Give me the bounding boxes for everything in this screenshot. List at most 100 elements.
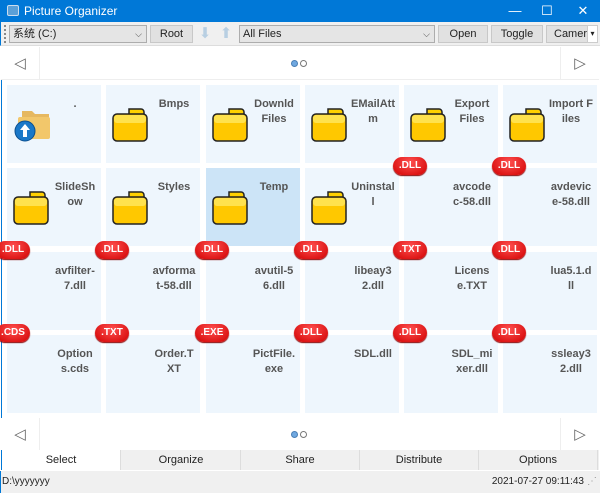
app-icon bbox=[7, 5, 19, 16]
tile-folder[interactable]: DownldFiles bbox=[206, 85, 300, 163]
toggle-button[interactable]: Toggle bbox=[491, 25, 543, 43]
folder-icon bbox=[12, 188, 52, 229]
status-datetime: 2021-07-27 09:11:43 bbox=[491, 476, 584, 487]
tile-file[interactable]: avdevice-58.dll bbox=[503, 168, 597, 246]
toolbar: 系统 (C:) ⌵ Root ⬇ ⬆ All Files ⌵ Open Toggle… bbox=[0, 22, 600, 46]
folder-icon bbox=[211, 188, 251, 229]
tile-label: EMailAttm bbox=[351, 98, 395, 125]
file-type-badge: .TXT bbox=[95, 324, 129, 342]
tile-label: Options.cds bbox=[57, 348, 93, 375]
title-bar: Picture Organizer — ☐ ✕ bbox=[0, 0, 600, 22]
tile-file[interactable]: SDL_mixer.dll bbox=[404, 335, 498, 413]
tile-file[interactable]: avformat-58.dll bbox=[106, 252, 200, 330]
tile-label: Uninstall bbox=[351, 181, 395, 208]
tile-label: DownldFiles bbox=[254, 98, 294, 125]
bottom-tabs: Select Organize Share Distribute Options bbox=[1, 450, 599, 470]
file-type-badge: .DLL bbox=[95, 241, 129, 259]
tab-options[interactable]: Options bbox=[479, 450, 598, 470]
tile-label: SlideShow bbox=[54, 181, 96, 208]
file-type-badge: .TXT bbox=[393, 241, 427, 259]
toolbar-grip[interactable] bbox=[4, 25, 7, 43]
chevron-down-icon: ⌵ bbox=[423, 29, 430, 39]
page-dot-1[interactable] bbox=[291, 60, 298, 67]
tile-label: Temp bbox=[259, 181, 289, 193]
tile-file[interactable]: PictFile.exe bbox=[206, 335, 300, 413]
file-type-badge: .EXE bbox=[195, 324, 229, 342]
tile-label: avformat-58.dll bbox=[152, 265, 196, 292]
status-bar: D:\yyyyyyy 2021-07-27 09:11:43 ⋰ bbox=[0, 471, 600, 493]
bottom-pager: ◁ ▷ bbox=[1, 418, 599, 451]
tile-label: libeay32.dll bbox=[354, 265, 392, 292]
open-button[interactable]: Open bbox=[438, 25, 488, 43]
tile-file[interactable]: libeay32.dll bbox=[305, 252, 399, 330]
file-type-badge: .DLL bbox=[294, 324, 328, 342]
folder-icon bbox=[211, 105, 251, 146]
tile-file[interactable]: Order.TXT bbox=[106, 335, 200, 413]
drive-select[interactable]: 系统 (C:) ⌵ bbox=[9, 25, 147, 43]
tile-label: avcodec-58.dll bbox=[453, 181, 491, 208]
resize-grip-icon[interactable]: ⋰ bbox=[587, 471, 597, 493]
tile-label: avdevice-58.dll bbox=[550, 181, 592, 208]
tile-file[interactable]: License.TXT bbox=[404, 252, 498, 330]
prev-page-button[interactable]: ◁ bbox=[1, 47, 40, 80]
page-dot-2[interactable] bbox=[300, 431, 307, 438]
tile-folder[interactable]: Export Files bbox=[404, 85, 498, 163]
camera-button[interactable]: Camera bbox=[546, 25, 591, 43]
parent-folder-icon bbox=[12, 105, 52, 146]
tile-file[interactable]: avutil-56.dll bbox=[206, 252, 300, 330]
tab-select[interactable]: Select bbox=[2, 450, 121, 470]
tile-folder[interactable]: SlideShow bbox=[7, 168, 101, 246]
prev-page-button[interactable]: ◁ bbox=[1, 418, 40, 451]
tile-file[interactable]: avfilter-7.dll bbox=[7, 252, 101, 330]
tile-file[interactable]: Options.cds bbox=[7, 335, 101, 413]
minimize-button[interactable]: — bbox=[498, 0, 532, 22]
maximize-button[interactable]: ☐ bbox=[530, 0, 564, 22]
file-type-badge: .DLL bbox=[393, 324, 427, 342]
next-page-button[interactable]: ▷ bbox=[560, 418, 599, 451]
tile-label: Import Files bbox=[549, 98, 593, 125]
toolbar-overflow-button[interactable]: ▾ bbox=[587, 25, 598, 43]
page-dot-2[interactable] bbox=[300, 60, 307, 67]
tile-label: SDL_mixer.dll bbox=[451, 348, 493, 375]
top-pager: ◁ ▷ bbox=[1, 47, 599, 80]
root-button[interactable]: Root bbox=[150, 25, 193, 43]
tab-distribute[interactable]: Distribute bbox=[360, 450, 479, 470]
tile-folder[interactable]: Styles bbox=[106, 168, 200, 246]
tile-label: lua5.1.dll bbox=[550, 265, 592, 292]
tile-file[interactable]: ssleay32.dll bbox=[503, 335, 597, 413]
tile-label: avutil-56.dll bbox=[254, 265, 294, 292]
folder-icon bbox=[508, 105, 548, 146]
tile-label: SDL.dll bbox=[354, 348, 392, 360]
folder-icon bbox=[111, 188, 151, 229]
next-page-button[interactable]: ▷ bbox=[560, 47, 599, 80]
folder-icon bbox=[310, 105, 350, 146]
tile-label: ssleay32.dll bbox=[551, 348, 591, 375]
close-button[interactable]: ✕ bbox=[566, 0, 600, 22]
tile-folder[interactable]: EMailAttm bbox=[305, 85, 399, 163]
tile-folder[interactable]: Import Files bbox=[503, 85, 597, 163]
file-type-badge: .DLL bbox=[0, 241, 30, 259]
tile-folder[interactable]: . bbox=[7, 85, 101, 163]
filter-value: All Files bbox=[243, 28, 282, 40]
down-arrow-button[interactable]: ⬇ bbox=[196, 25, 214, 43]
tab-organize[interactable]: Organize bbox=[122, 450, 241, 470]
tile-label: Order.TXT bbox=[154, 348, 194, 375]
folder-icon bbox=[310, 188, 350, 229]
tile-label: . bbox=[73, 98, 77, 110]
tile-folder[interactable]: Bmps bbox=[106, 85, 200, 163]
tile-file[interactable]: lua5.1.dll bbox=[503, 252, 597, 330]
tile-folder[interactable]: Temp bbox=[206, 168, 300, 246]
up-arrow-button[interactable]: ⬆ bbox=[217, 25, 235, 43]
tile-file[interactable]: SDL.dll bbox=[305, 335, 399, 413]
filter-select[interactable]: All Files ⌵ bbox=[239, 25, 435, 43]
drive-value: 系统 (C:) bbox=[13, 28, 57, 40]
page-dot-1[interactable] bbox=[291, 431, 298, 438]
tab-share[interactable]: Share bbox=[241, 450, 360, 470]
file-type-badge: .DLL bbox=[393, 157, 427, 175]
tile-label: PictFile.exe bbox=[252, 348, 296, 375]
tile-file[interactable]: avcodec-58.dll bbox=[404, 168, 498, 246]
tile-folder[interactable]: Uninstall bbox=[305, 168, 399, 246]
file-type-badge: .DLL bbox=[195, 241, 229, 259]
file-type-badge: .DLL bbox=[492, 157, 526, 175]
file-grid: . Bmps DownldFiles EMailAttm Export Files Imp… bbox=[0, 80, 599, 420]
